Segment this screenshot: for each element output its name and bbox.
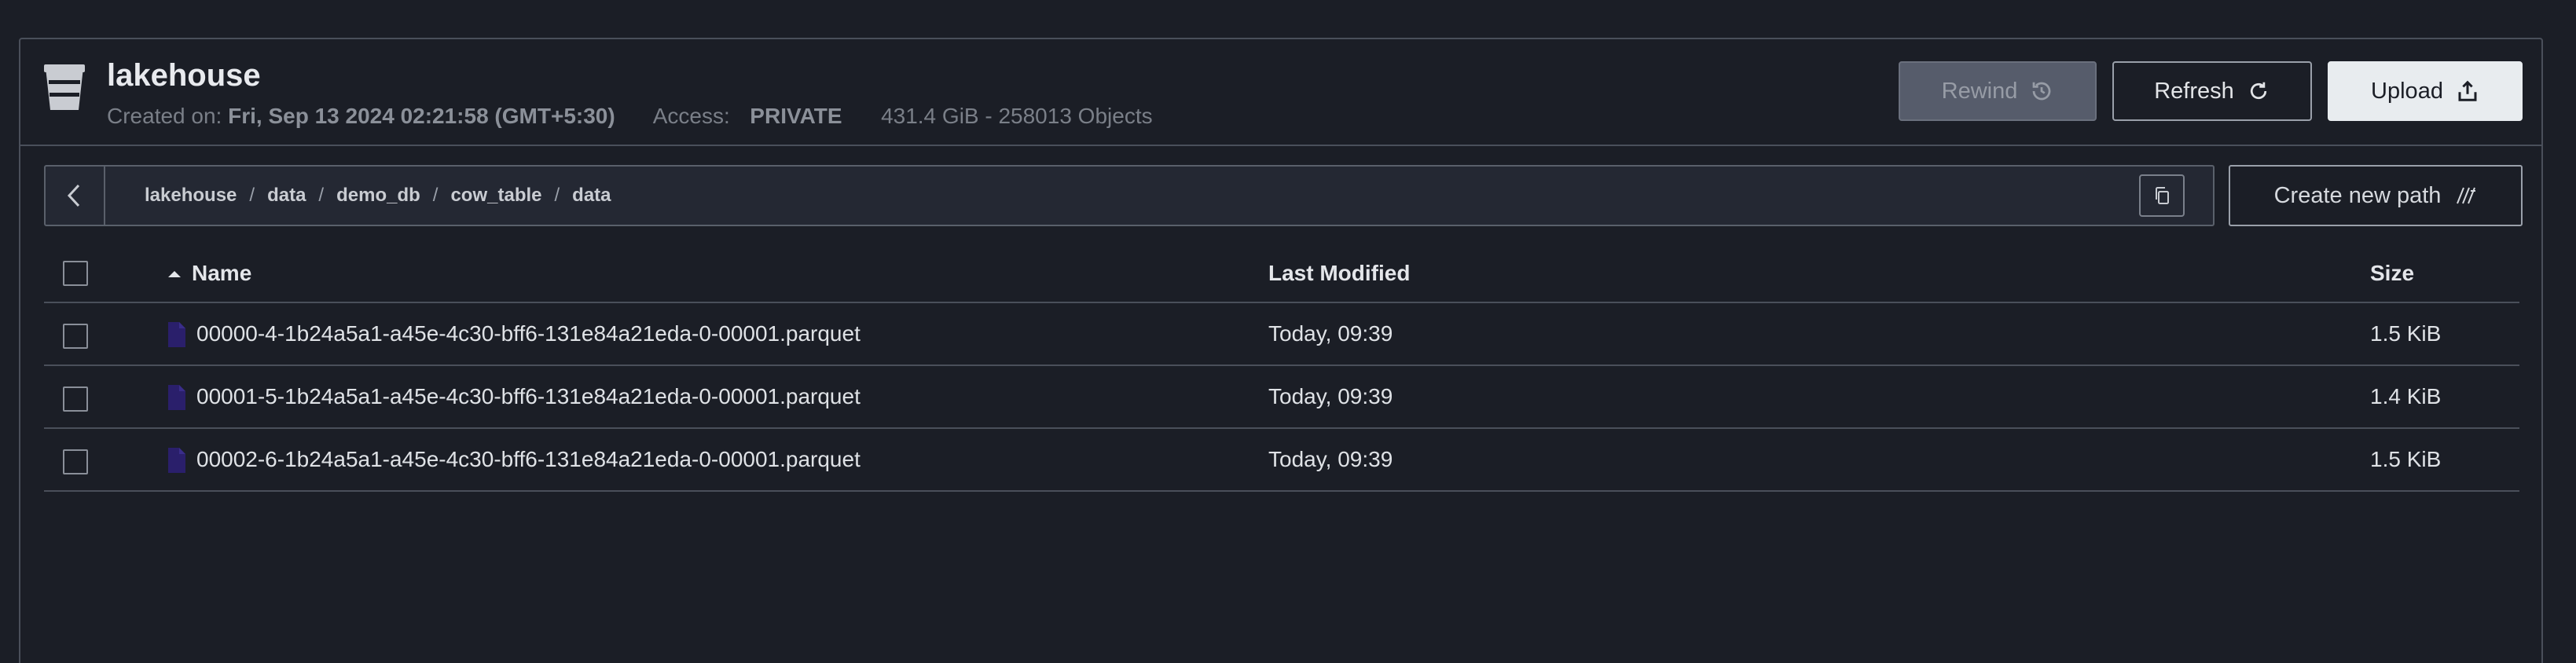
file-size: 1.4 KiB [2370, 384, 2442, 408]
objects-table: Name Last Modified Size 00000-4-1b24a5a1… [44, 245, 2519, 492]
file-size: 1.5 KiB [2370, 447, 2442, 471]
bucket-browser-panel: lakehouse Created on: Fri, Sep 13 2024 0… [19, 38, 2543, 663]
breadcrumb: lakehouse / data / demo_db / cow_table /… [145, 167, 611, 225]
breadcrumb-item-current: data [572, 185, 611, 206]
table-row[interactable]: 00000-4-1b24a5a1-a45e-4c30-bff6-131e84a2… [44, 303, 2519, 366]
file-name: 00002-6-1b24a5a1-a45e-4c30-bff6-131e84a2… [196, 447, 861, 471]
file-name: 00000-4-1b24a5a1-a45e-4c30-bff6-131e84a2… [196, 321, 861, 346]
file-size: 1.5 KiB [2370, 321, 2442, 346]
breadcrumb-item[interactable]: demo_db [336, 185, 420, 207]
row-checkbox[interactable] [63, 324, 88, 349]
copy-icon [2156, 187, 2169, 204]
access-value: PRIVATE [750, 104, 842, 128]
refresh-icon [2250, 82, 2266, 100]
column-header-name[interactable]: Name [192, 245, 251, 302]
breadcrumb-item[interactable]: lakehouse [145, 185, 237, 207]
file-name: 00001-5-1b24a5a1-a45e-4c30-bff6-131e84a2… [196, 384, 861, 408]
file-icon [168, 322, 185, 347]
bucket-icon [44, 64, 85, 110]
path-bar: lakehouse / data / demo_db / cow_table /… [44, 165, 2215, 226]
file-icon [168, 385, 185, 410]
upload-button[interactable]: Upload [2328, 61, 2523, 121]
sort-ascending-icon[interactable] [165, 267, 184, 280]
column-header-size[interactable]: Size [2370, 245, 2414, 302]
select-all-checkbox[interactable] [63, 261, 88, 286]
refresh-button[interactable]: Refresh [2112, 61, 2312, 121]
bucket-header: lakehouse Created on: Fri, Sep 13 2024 0… [20, 39, 2541, 146]
last-modified: Today, 09:39 [1268, 447, 1393, 471]
table-row[interactable]: 00001-5-1b24a5a1-a45e-4c30-bff6-131e84a2… [44, 366, 2519, 429]
file-icon [168, 448, 185, 473]
chevron-left-icon [67, 184, 80, 207]
last-modified: Today, 09:39 [1268, 321, 1393, 346]
column-header-last-modified[interactable]: Last Modified [1268, 245, 1410, 302]
breadcrumb-item[interactable]: cow_table [450, 185, 541, 207]
breadcrumb-item[interactable]: data [267, 185, 306, 207]
upload-icon [2458, 80, 2477, 101]
rewind-label: Rewind [1941, 78, 2018, 104]
row-checkbox[interactable] [63, 386, 88, 412]
row-checkbox[interactable] [63, 449, 88, 474]
breadcrumb-separator: / [432, 185, 439, 206]
bucket-name: lakehouse [107, 58, 261, 93]
breadcrumb-separator: / [554, 185, 560, 206]
access-label: Access: [652, 104, 730, 128]
upload-label: Upload [2371, 78, 2443, 104]
created-label: Created on: [107, 104, 222, 128]
create-new-path-button[interactable]: Create new path [2229, 165, 2523, 226]
last-modified: Today, 09:39 [1268, 384, 1393, 408]
back-button[interactable] [46, 167, 105, 225]
bucket-meta: Created on: Fri, Sep 13 2024 02:21:58 (G… [107, 104, 1153, 129]
table-header-row: Name Last Modified Size [44, 245, 2519, 303]
bucket-usage: 431.4 GiB - 258013 Objects [881, 104, 1153, 128]
breadcrumb-separator: / [318, 185, 325, 206]
rewind-button[interactable]: Rewind [1899, 61, 2097, 121]
breadcrumb-separator: / [249, 185, 255, 206]
refresh-label: Refresh [2154, 78, 2234, 104]
table-row[interactable]: 00002-6-1b24a5a1-a45e-4c30-bff6-131e84a2… [44, 429, 2519, 492]
new-path-icon [2457, 187, 2476, 204]
created-value: Fri, Sep 13 2024 02:21:58 (GMT+5:30) [228, 104, 615, 128]
copy-path-button[interactable] [2139, 174, 2185, 217]
history-icon [2032, 82, 2051, 101]
create-new-path-label: Create new path [2273, 182, 2442, 208]
